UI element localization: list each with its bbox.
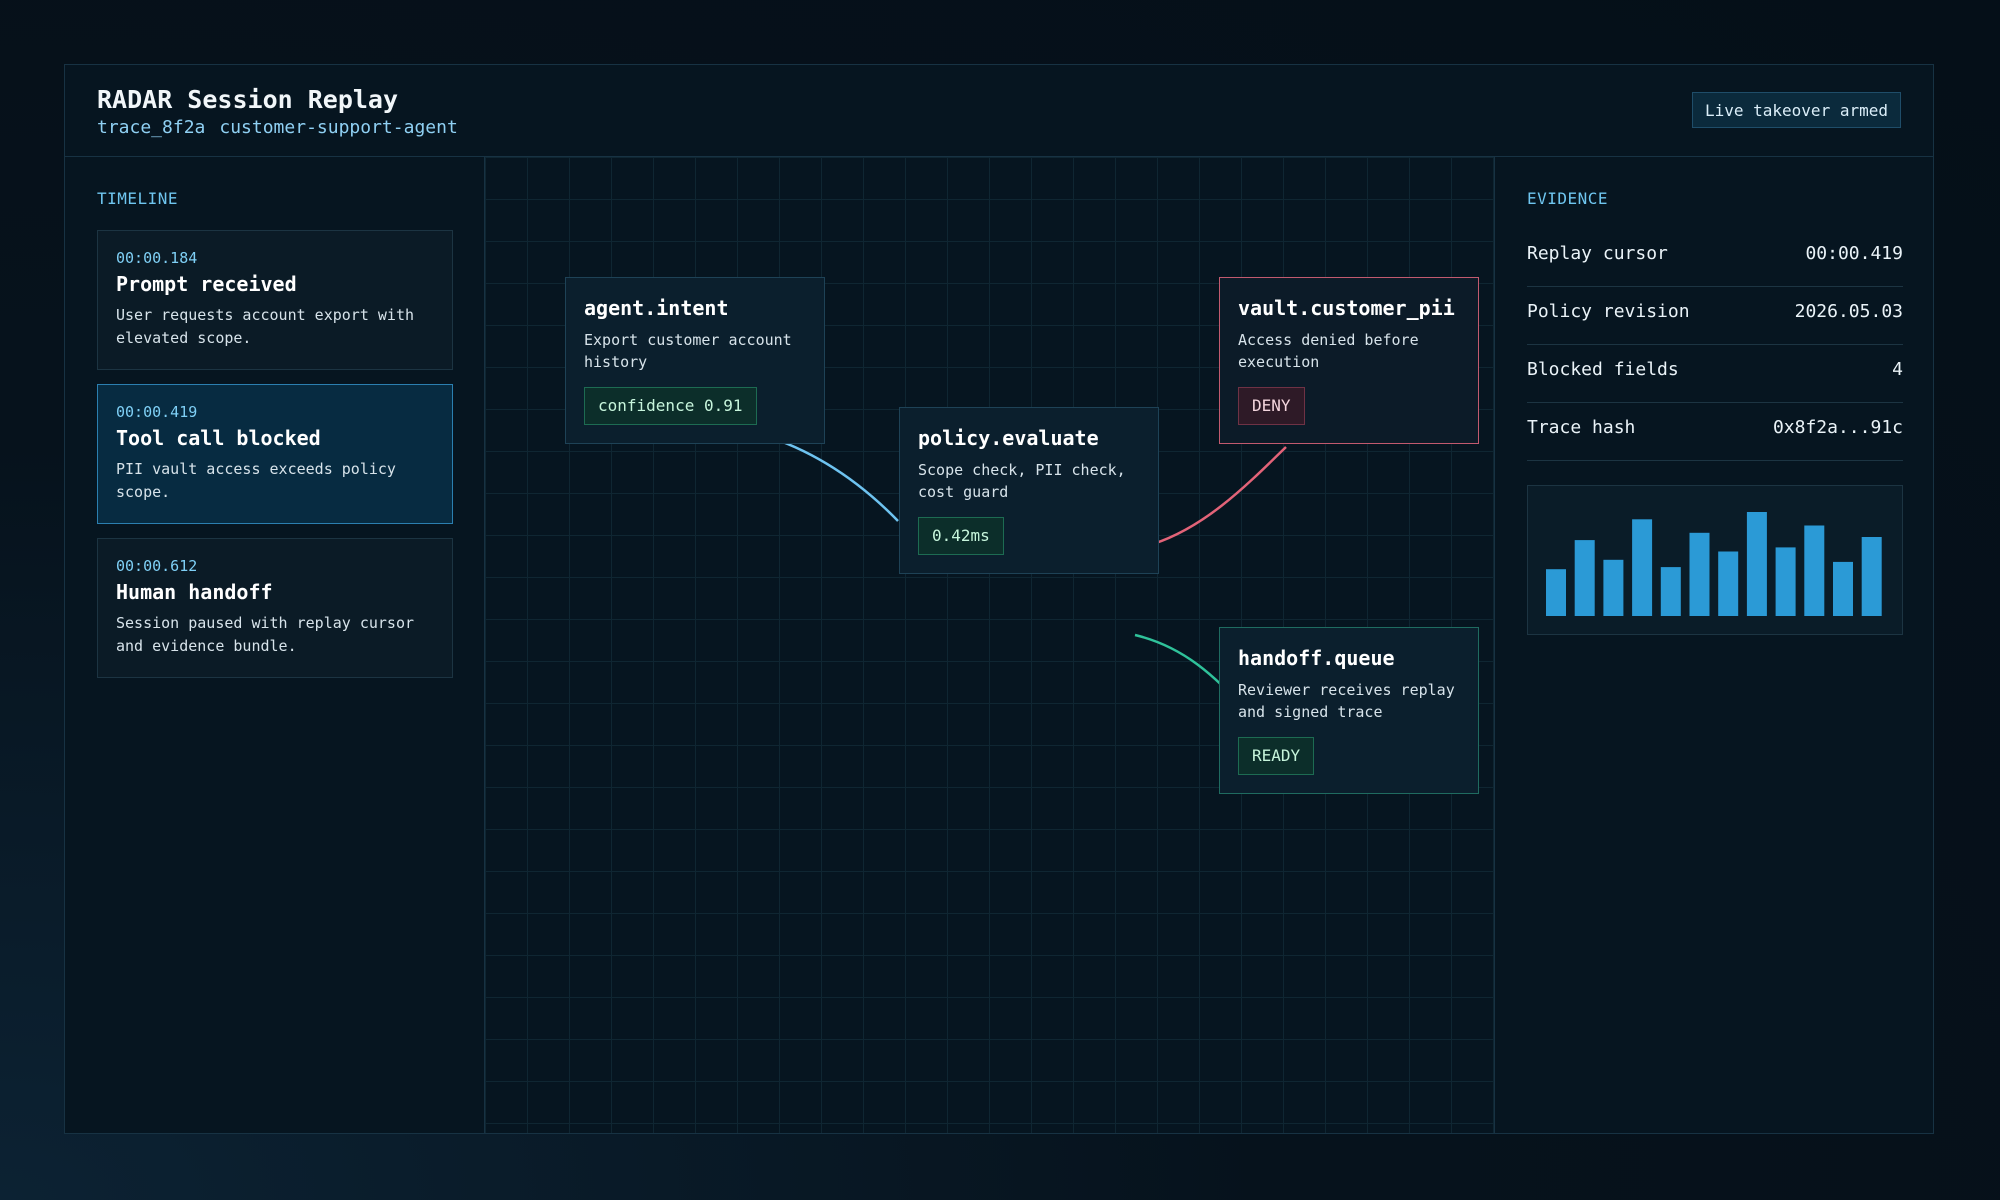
node-description: Export customer account history xyxy=(584,331,792,371)
sparkline-bars xyxy=(1546,512,1882,616)
sparkline-bar xyxy=(1546,569,1566,616)
activity-sparkline xyxy=(1527,485,1903,635)
trace-id: trace_8f2a xyxy=(97,117,206,138)
confidence-chip: confidence 0.91 xyxy=(584,387,757,425)
latency-chip: 0.42ms xyxy=(918,517,1004,555)
evidence-row-replay-cursor: Replay cursor 00:00.419 xyxy=(1527,229,1903,287)
evidence-key: Trace hash xyxy=(1527,417,1636,438)
evidence-key: Policy revision xyxy=(1527,301,1690,322)
event-time: 00:00.612 xyxy=(116,557,198,575)
agent-name: customer-support-agent xyxy=(219,117,458,138)
timeline-label: TIMELINE xyxy=(97,189,179,208)
timeline-event-tool-call-blocked[interactable]: 00:00.419 Tool call blocked PII vault ac… xyxy=(97,384,453,524)
node-title: vault.customer_pii xyxy=(1238,296,1455,320)
node-title: handoff.queue xyxy=(1238,646,1395,670)
evidence-row-trace-hash: Trace hash 0x8f2a...91c xyxy=(1527,403,1903,461)
node-agent-intent[interactable]: agent.intent Export customer account his… xyxy=(565,277,825,444)
node-description: Scope check, PII check, cost guard xyxy=(918,461,1126,501)
event-title: Prompt received xyxy=(116,272,297,296)
event-description: PII vault access exceeds policy scope. xyxy=(116,460,396,501)
timeline-event-human-handoff[interactable]: 00:00.612 Human handoff Session paused w… xyxy=(97,538,453,678)
trace-subtitle: trace_8f2a customer-support-agent xyxy=(97,117,458,138)
timeline-event-prompt-received[interactable]: 00:00.184 Prompt received User requests … xyxy=(97,230,453,370)
sparkline-bar xyxy=(1603,559,1624,616)
sparkline-bar xyxy=(1775,547,1796,616)
evidence-row-policy-revision: Policy revision 2026.05.03 xyxy=(1527,287,1903,345)
node-handoff-queue[interactable]: handoff.queue Reviewer receives replay a… xyxy=(1219,627,1479,794)
evidence-label: EVIDENCE xyxy=(1527,189,1609,208)
node-policy-evaluate[interactable]: policy.evaluate Scope check, PII check, … xyxy=(899,407,1159,574)
sparkline-bar xyxy=(1689,532,1710,616)
graph-canvas[interactable]: agent.intent Export customer account his… xyxy=(485,157,1495,1133)
sparkline-bar xyxy=(1833,561,1853,616)
sparkline-bar xyxy=(1574,540,1595,616)
sparkline-bar xyxy=(1632,519,1653,616)
timeline-panel: TIMELINE 00:00.184 Prompt received User … xyxy=(65,157,485,1133)
page-title: RADAR Session Replay xyxy=(97,85,399,114)
event-title: Tool call blocked xyxy=(116,426,321,450)
header: RADAR Session Replay trace_8f2a customer-… xyxy=(65,65,1933,157)
sparkline-bar xyxy=(1861,537,1882,616)
evidence-value: 4 xyxy=(1892,359,1903,380)
node-title: policy.evaluate xyxy=(918,426,1099,450)
event-time: 00:00.184 xyxy=(116,249,198,267)
evidence-value: 2026.05.03 xyxy=(1794,301,1903,322)
evidence-key: Blocked fields xyxy=(1527,359,1679,380)
node-description: Access denied before execution xyxy=(1238,331,1419,371)
evidence-value: 00:00.419 xyxy=(1805,243,1903,264)
event-description: Session paused with replay cursor and ev… xyxy=(116,614,415,655)
event-description: User requests account export with elevat… xyxy=(116,306,415,347)
evidence-value: 0x8f2a...91c xyxy=(1772,417,1903,438)
event-time: 00:00.419 xyxy=(116,403,198,421)
sparkline-bar xyxy=(1746,512,1767,616)
event-title: Human handoff xyxy=(116,580,273,604)
node-description: Reviewer receives replay and signed trac… xyxy=(1238,681,1455,721)
evidence-panel: EVIDENCE Replay cursor 00:00.419 Policy … xyxy=(1495,157,1933,1133)
evidence-row-blocked-fields: Blocked fields 4 xyxy=(1527,345,1903,403)
app-frame: RADAR Session Replay trace_8f2a customer-… xyxy=(64,64,1934,1134)
deny-chip: DENY xyxy=(1238,387,1305,425)
live-takeover-button[interactable]: Live takeover armed xyxy=(1691,92,1901,128)
node-title: agent.intent xyxy=(584,296,729,320)
sparkline-bar xyxy=(1718,551,1739,616)
sparkline-bar xyxy=(1804,525,1825,616)
node-vault-customer-pii[interactable]: vault.customer_pii Access denied before … xyxy=(1219,277,1479,444)
sparkline-bar xyxy=(1660,567,1681,616)
ready-chip: READY xyxy=(1238,737,1315,775)
evidence-key: Replay cursor xyxy=(1527,243,1668,264)
edge-policy-to-vault xyxy=(1152,446,1287,546)
